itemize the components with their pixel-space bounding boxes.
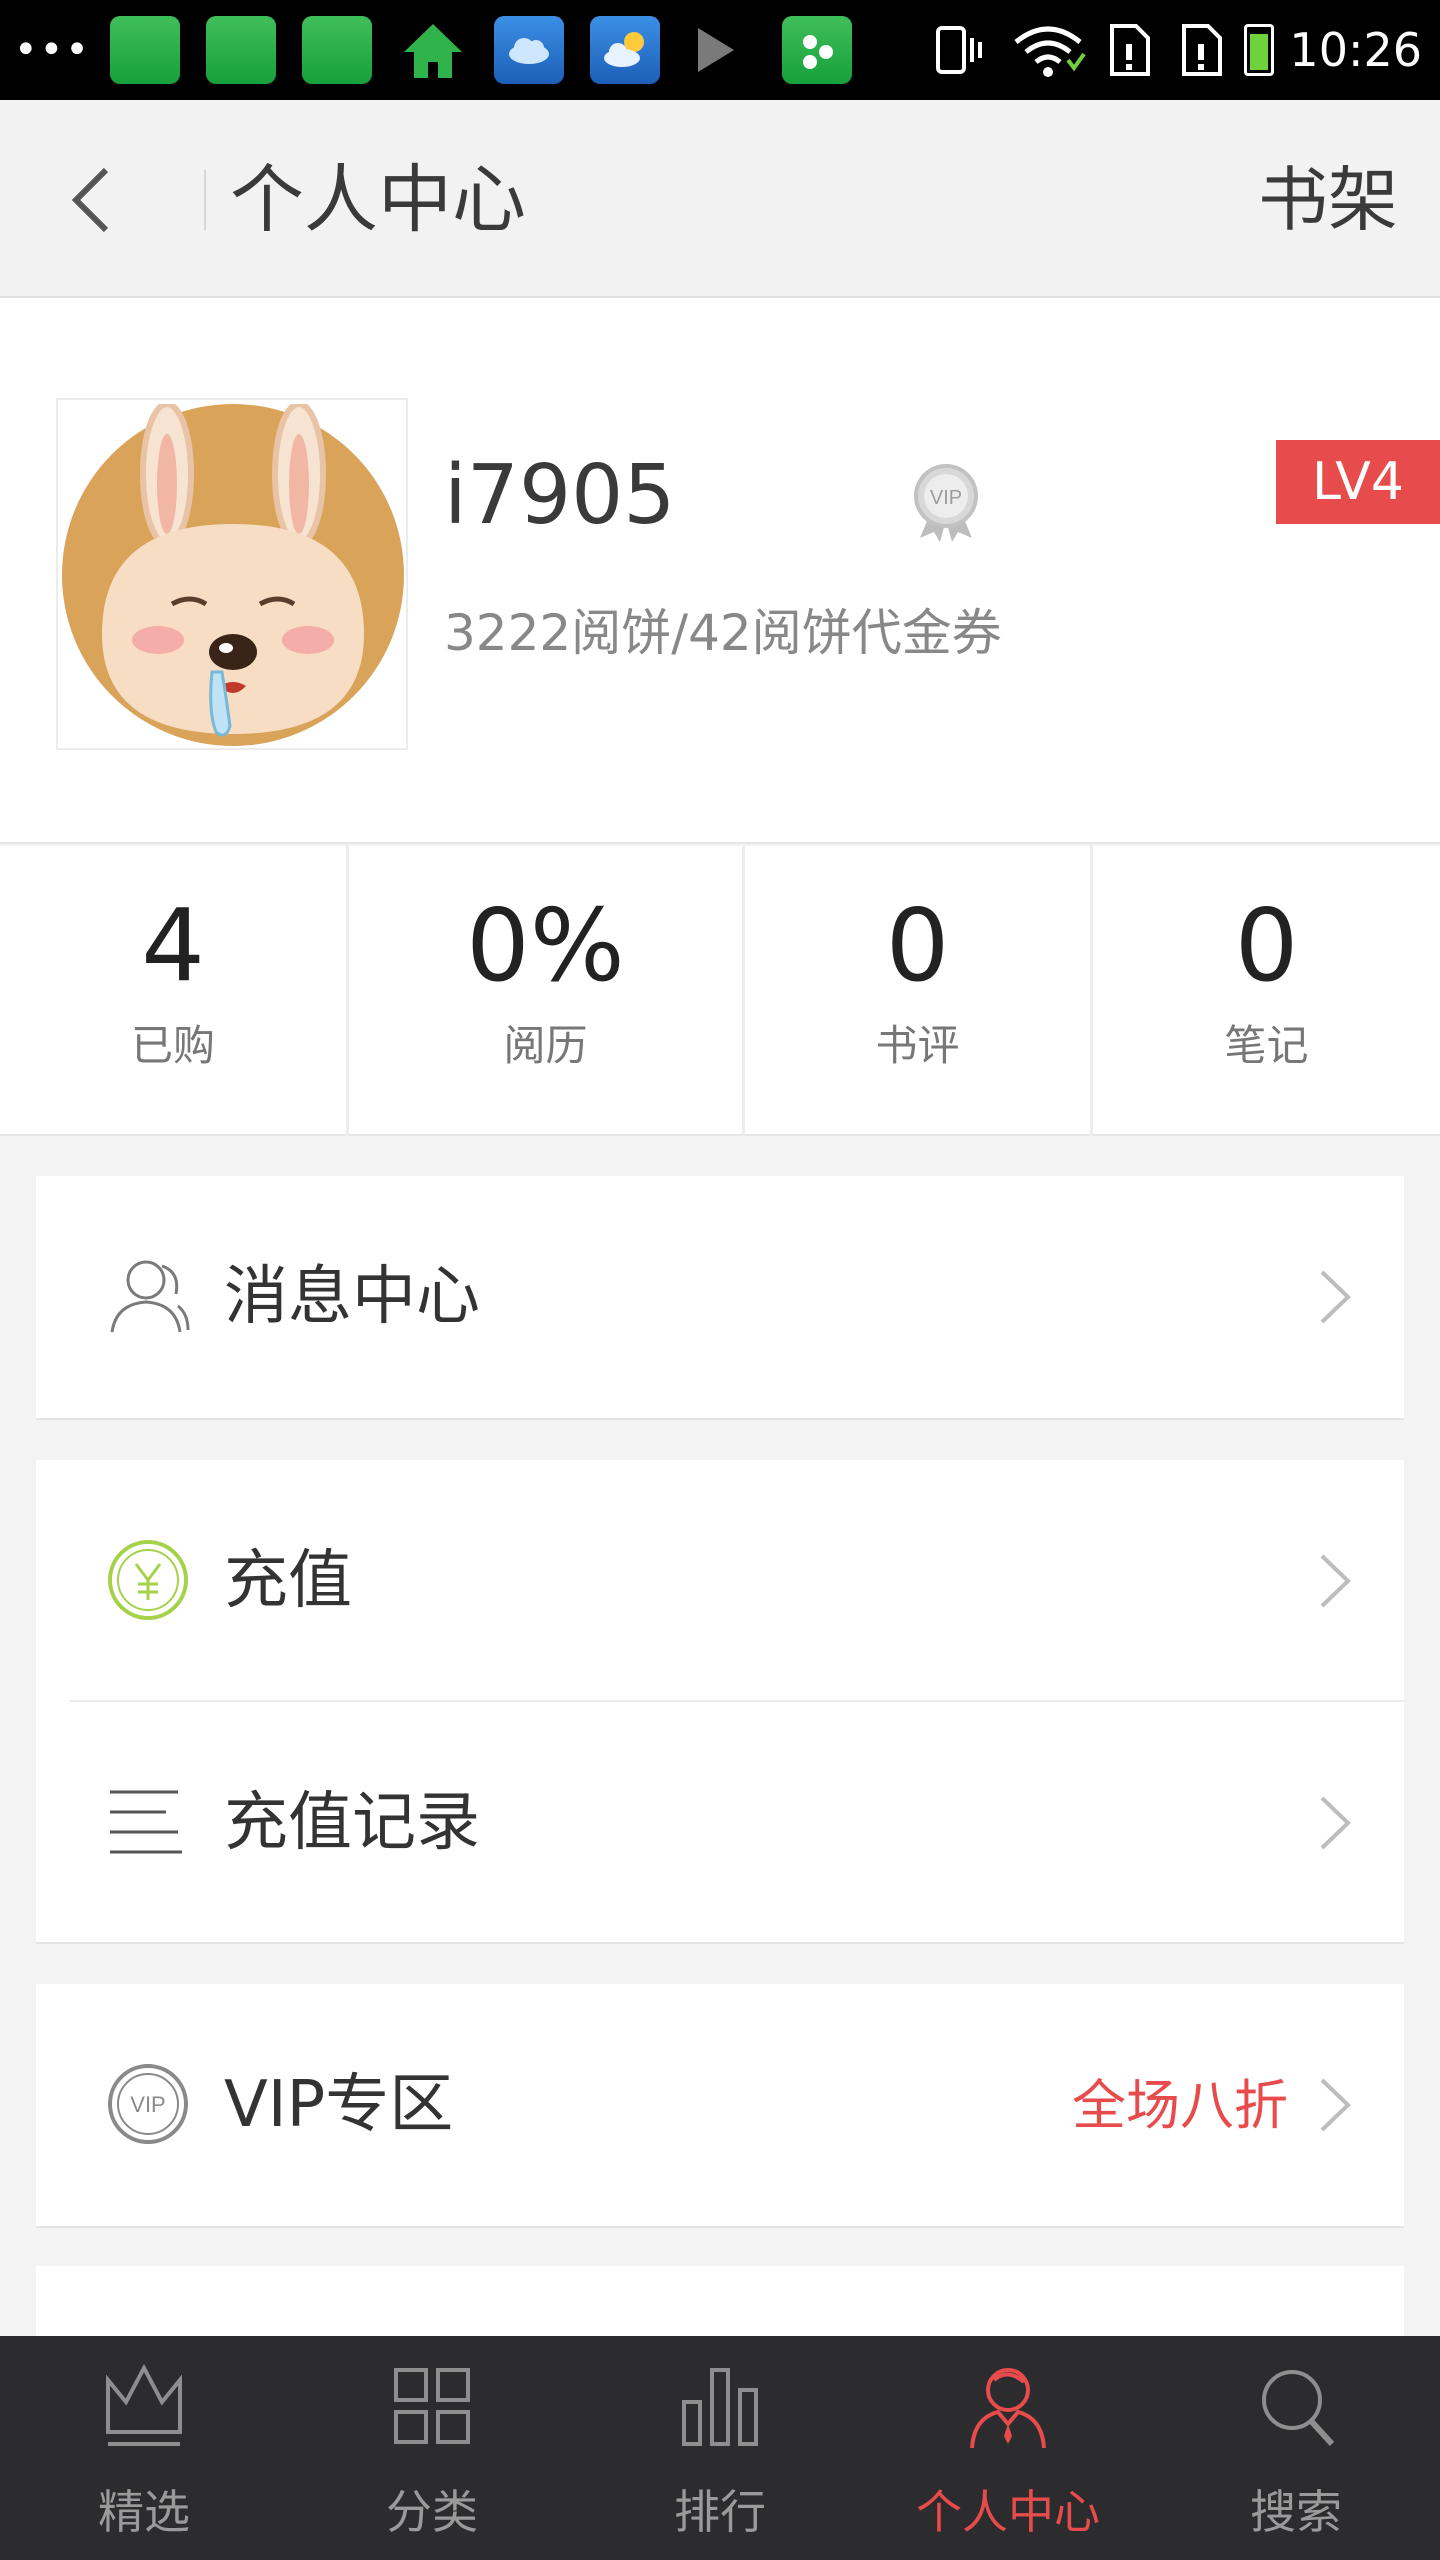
stat-label: 笔记 bbox=[1224, 1021, 1309, 1070]
stat-label: 书评 bbox=[875, 1021, 960, 1070]
menu-label: VIP专区 bbox=[224, 2068, 454, 2142]
nav-label: 个人中心 bbox=[916, 2485, 1100, 2539]
page-title: 个人中心 bbox=[230, 157, 526, 243]
username: i7905 bbox=[444, 448, 676, 543]
sim-card-icon bbox=[1182, 24, 1222, 76]
back-arrow-icon[interactable] bbox=[60, 160, 132, 240]
stat-reviews[interactable]: 0 书评 bbox=[742, 846, 1090, 1136]
chevron-right-icon bbox=[1320, 1270, 1351, 1324]
nav-tab-categories[interactable]: 分类 bbox=[288, 2336, 576, 2560]
chevron-right-icon bbox=[1320, 1554, 1351, 1608]
header-divider bbox=[204, 170, 206, 230]
home-notification-icon bbox=[404, 24, 462, 78]
stats-bar: 4 已购 0% 阅历 0 书评 0 笔记 bbox=[0, 846, 1440, 1136]
weather-notification-icon bbox=[590, 16, 660, 84]
level-badge: LV4 bbox=[1276, 440, 1440, 524]
menu-item-messages[interactable]: 消息中心 bbox=[36, 1176, 1404, 1416]
more-notifications-icon: ••• bbox=[14, 27, 91, 73]
vip-promo-text: 全场八折 bbox=[1072, 2074, 1288, 2137]
stat-value: 4 bbox=[141, 887, 205, 1004]
menu-label: 充值 bbox=[224, 1544, 352, 1618]
recharge-card: 充值 充值记录 bbox=[36, 1460, 1404, 1942]
app-store-notification-icon bbox=[110, 16, 180, 84]
nav-tab-profile[interactable]: 个人中心 bbox=[864, 2336, 1152, 2560]
stat-value: 0% bbox=[466, 887, 625, 1004]
play-notification-icon bbox=[698, 28, 734, 72]
vip-medal-icon: VIP bbox=[914, 464, 978, 542]
nav-tab-ranking[interactable]: 排行 bbox=[576, 2336, 864, 2560]
menu-label: 充值记录 bbox=[224, 1786, 480, 1860]
cloud-notification-icon bbox=[494, 16, 564, 84]
crown-icon bbox=[106, 2363, 182, 2446]
stat-label: 阅历 bbox=[503, 1021, 588, 1070]
stat-notes[interactable]: 0 笔记 bbox=[1090, 846, 1440, 1136]
chevron-right-icon bbox=[1320, 1796, 1351, 1850]
svg-text:VIP: VIP bbox=[130, 2092, 165, 2117]
rabbit-avatar-icon bbox=[62, 404, 404, 746]
avatar[interactable] bbox=[56, 398, 408, 750]
nav-label: 分类 bbox=[386, 2485, 478, 2539]
battery-icon bbox=[1244, 24, 1274, 76]
sim-card-icon bbox=[1110, 24, 1150, 76]
vip-card: VIP VIP专区 全场八折 bbox=[36, 1984, 1404, 2226]
app-store-notification-icon bbox=[302, 16, 372, 84]
menu-item-recharge[interactable]: 充值 bbox=[36, 1460, 1404, 1700]
status-bar: ••• 10:26 bbox=[0, 0, 1440, 100]
svg-text:VIP: VIP bbox=[930, 487, 962, 509]
nav-label: 搜索 bbox=[1250, 2485, 1342, 2539]
stat-purchased[interactable]: 4 已购 bbox=[0, 846, 346, 1136]
stat-value: 0 bbox=[1234, 887, 1299, 1004]
vibrate-icon bbox=[936, 26, 982, 74]
nav-tab-featured[interactable]: 精选 bbox=[0, 2336, 288, 2560]
yen-icon bbox=[108, 1540, 188, 1620]
search-icon bbox=[1262, 2370, 1335, 2447]
person-icon bbox=[970, 2368, 1046, 2449]
menu-label: 消息中心 bbox=[224, 1260, 480, 1334]
list-icon bbox=[110, 1790, 182, 1854]
messages-card: 消息中心 bbox=[36, 1176, 1404, 1418]
clock: 10:26 bbox=[1289, 23, 1422, 77]
app-notification-icon bbox=[782, 16, 852, 84]
app-store-notification-icon bbox=[206, 16, 276, 84]
menu-item-vip[interactable]: VIP VIP专区 全场八折 bbox=[36, 1984, 1404, 2224]
user-icon bbox=[110, 1260, 190, 1333]
grid-icon bbox=[394, 2368, 470, 2444]
stat-reading-progress[interactable]: 0% 阅历 bbox=[346, 846, 742, 1136]
nav-label: 精选 bbox=[98, 2485, 190, 2539]
stat-label: 已购 bbox=[130, 1021, 215, 1070]
stat-value: 0 bbox=[885, 887, 950, 1004]
bookshelf-button[interactable]: 书架 bbox=[1258, 152, 1398, 248]
bar-chart-icon bbox=[682, 2368, 758, 2446]
vip-icon: VIP bbox=[108, 2064, 188, 2144]
wifi-icon bbox=[1014, 26, 1086, 77]
nav-label: 排行 bbox=[674, 2485, 766, 2539]
top-app-bar: 个人中心 书架 bbox=[0, 100, 1440, 298]
bottom-navigation: 精选 分类 排行 个人中心 搜索 bbox=[0, 2336, 1440, 2560]
nav-tab-search[interactable]: 搜索 bbox=[1152, 2336, 1440, 2560]
balance-text: 3222阅饼/42阅饼代金券 bbox=[444, 604, 1002, 662]
profile-card: i7905 VIP LV4 3222阅饼/42阅饼代金券 bbox=[0, 298, 1440, 844]
menu-item-recharge-history[interactable]: 充值记录 bbox=[36, 1702, 1404, 1942]
chevron-right-icon bbox=[1320, 2078, 1351, 2132]
